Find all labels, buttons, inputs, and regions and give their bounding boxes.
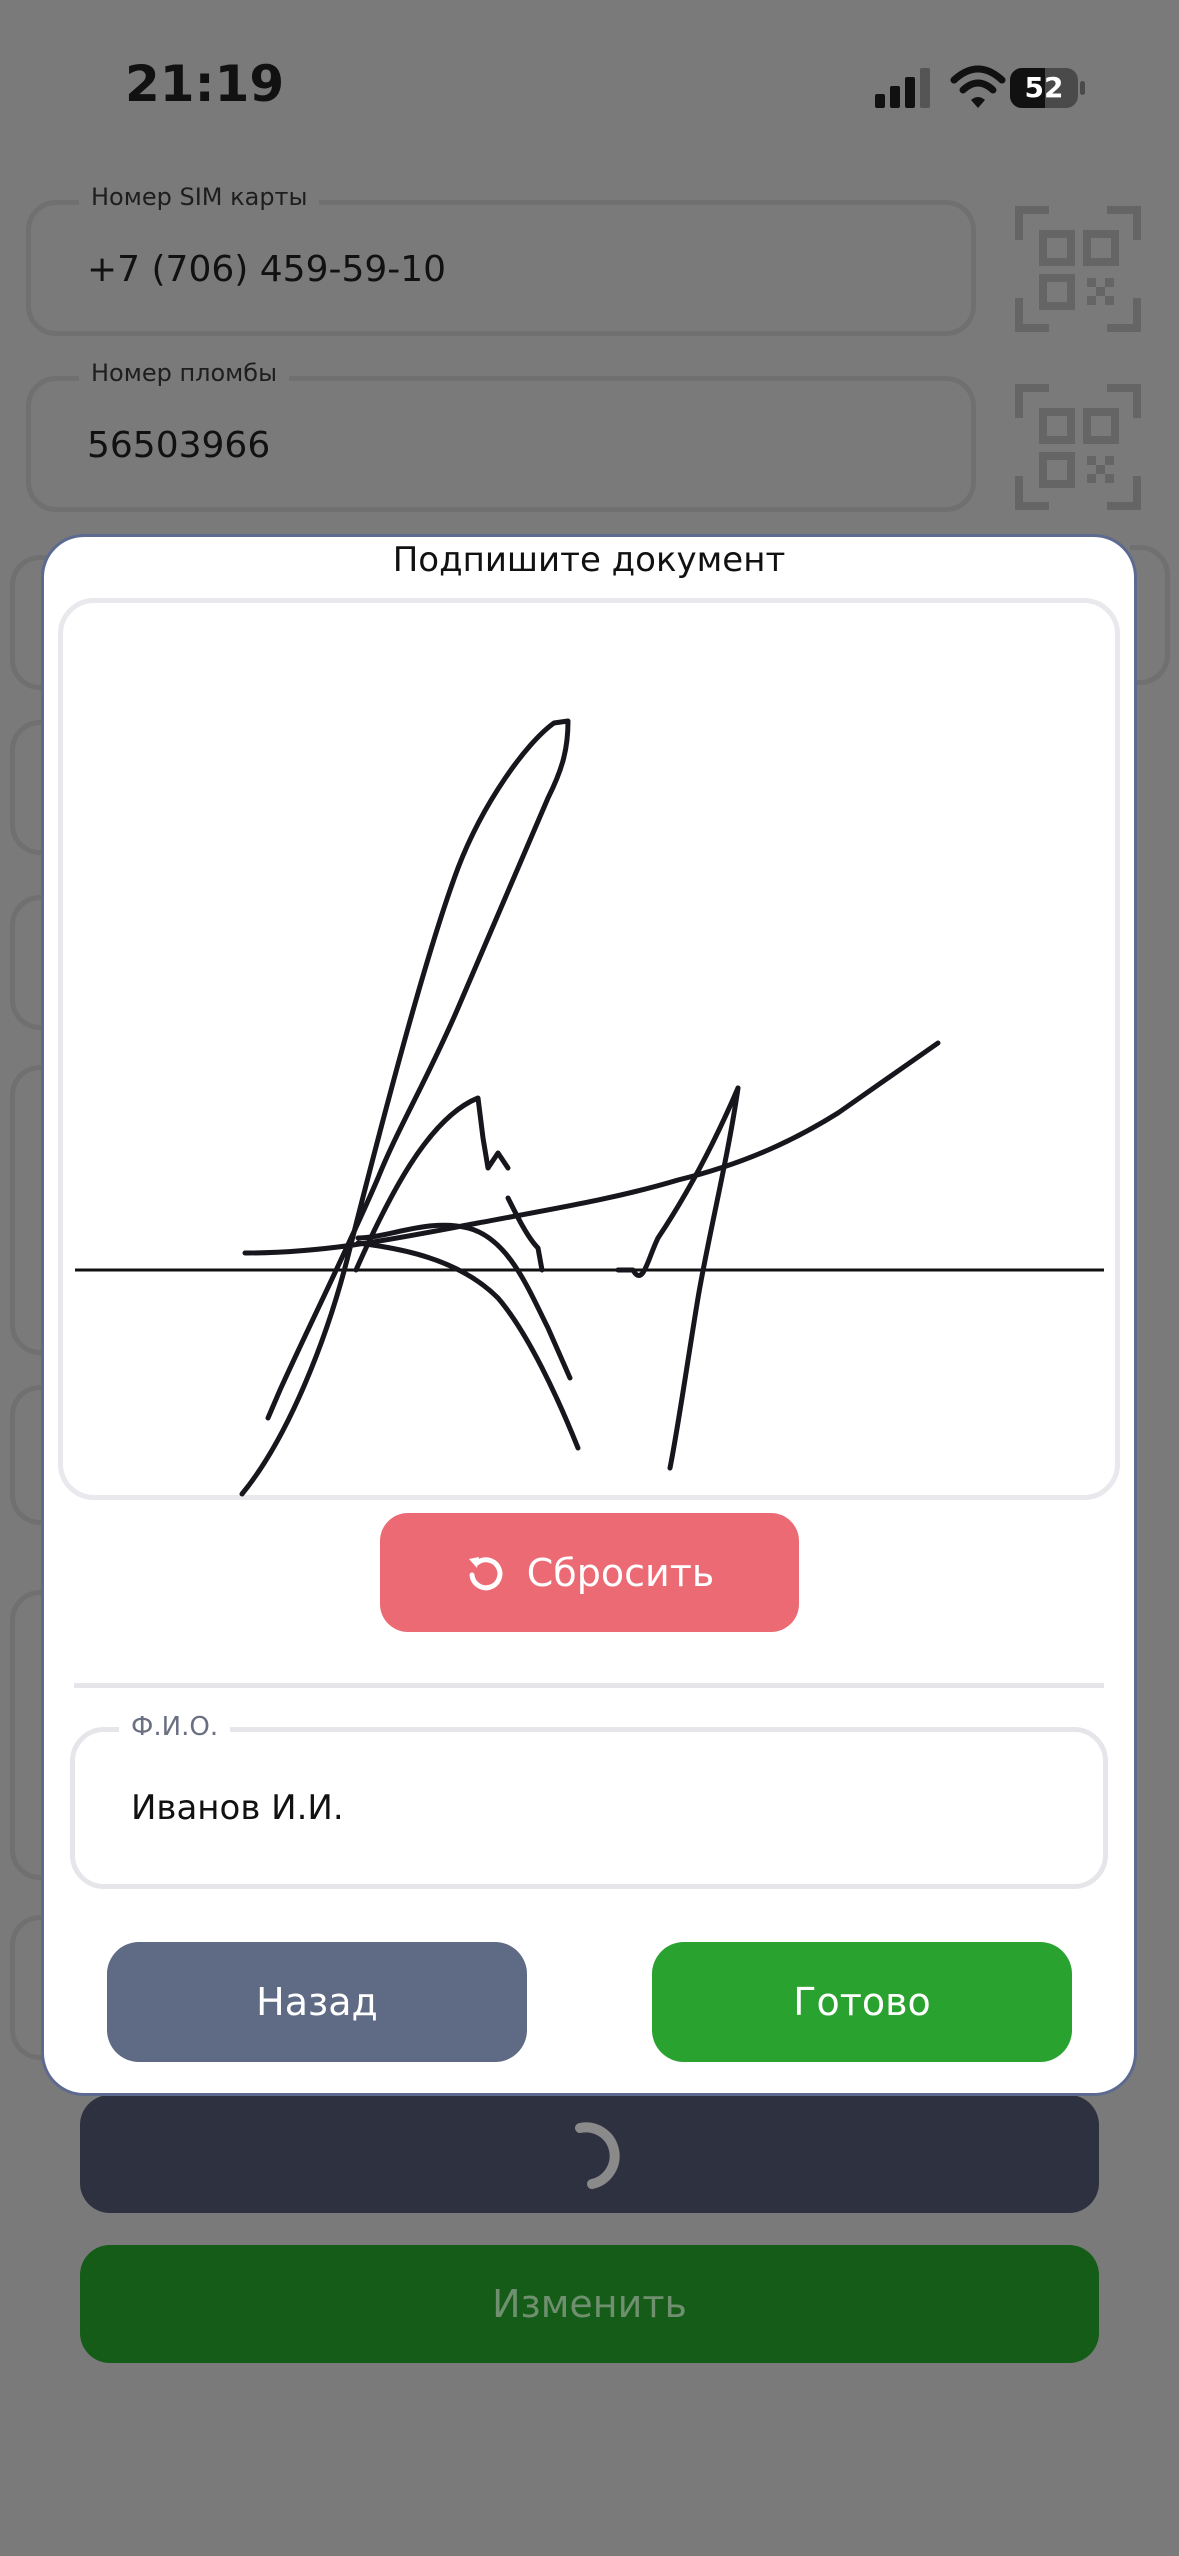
sim-number-value: +7 (706) 459-59-10 [87,249,447,290]
edit-button[interactable]: Изменить [80,2245,1099,2363]
qr-code-icon[interactable] [1015,384,1141,510]
signature-canvas[interactable] [58,598,1120,1500]
divider [74,1683,1104,1688]
rotate-ccw-icon [468,1556,503,1590]
reset-label: Сбросить [526,1550,715,1595]
fio-field[interactable]: Ф.И.О. Иванов И.И. [70,1712,1108,1889]
modal-title: Подпишите документ [392,540,786,580]
status-time: 21:19 [125,55,285,113]
cellular-signal-icon [875,68,930,108]
wifi-icon [950,65,1006,108]
fio-label: Ф.И.О. [119,1712,231,1742]
reset-button[interactable]: Сбросить [380,1513,799,1632]
hidden-field-edge [1130,545,1170,685]
battery-icon: 52 [1010,68,1085,108]
seal-number-value: 56503966 [87,425,271,466]
seal-number-field[interactable]: Номер пломбы 56503966 [26,359,976,512]
fio-value: Иванов И.И. [131,1788,344,1828]
signature-stroke [239,718,941,1497]
back-button[interactable]: Назад [107,1942,527,2062]
qr-code-icon[interactable] [1015,206,1141,332]
loading-spinner-icon [575,2122,620,2189]
sim-number-field[interactable]: Номер SIM карты +7 (706) 459-59-10 [26,183,976,336]
seal-number-label: Номер пломбы [79,359,290,387]
battery-level: 52 [1024,71,1064,104]
sim-number-label: Номер SIM карты [79,183,320,211]
done-button[interactable]: Готово [652,1942,1072,2062]
